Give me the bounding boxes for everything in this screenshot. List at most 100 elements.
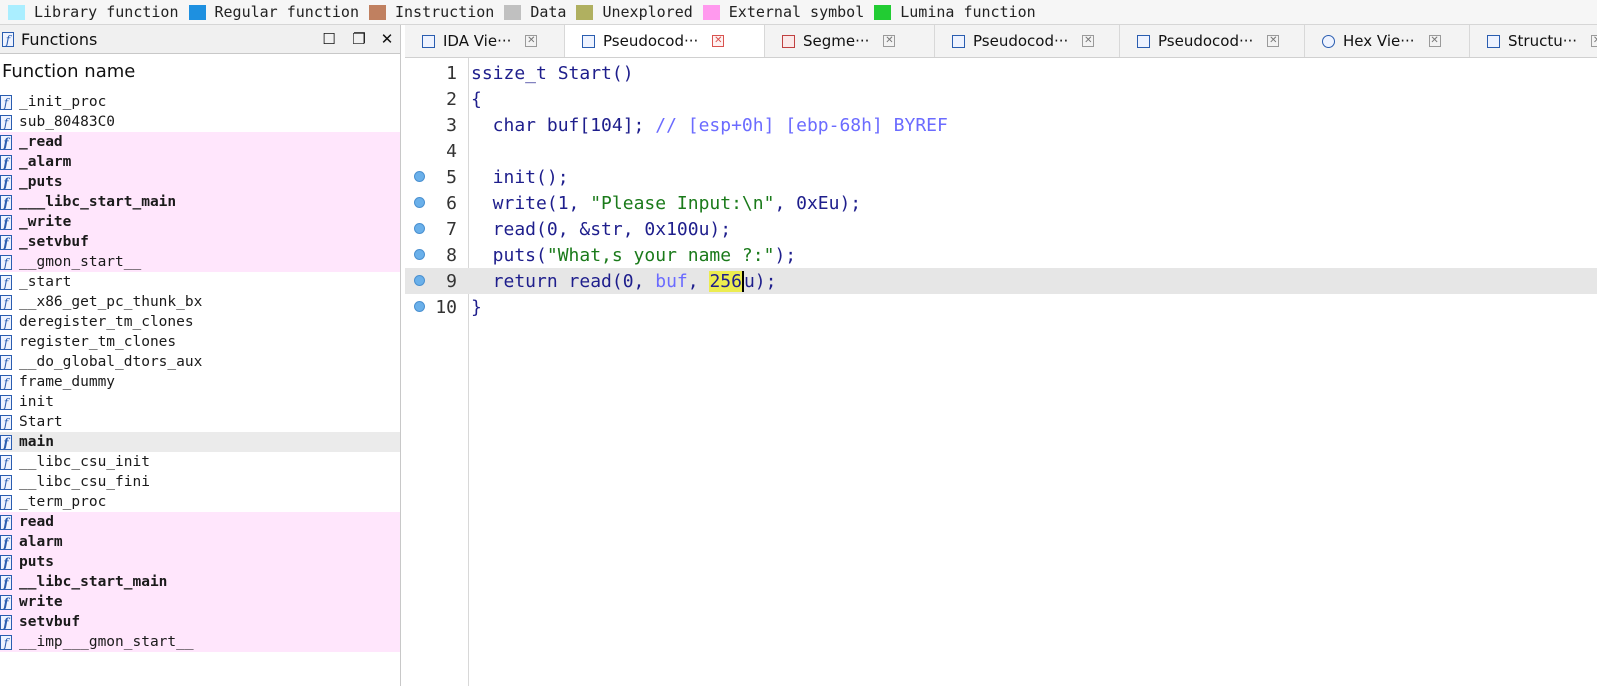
function-list-item[interactable]: f __libc_start_main: [0, 572, 400, 592]
function-icon: f: [0, 574, 12, 590]
function-icon: f: [0, 94, 12, 110]
function-icon: f: [0, 134, 12, 150]
tab-pseudocode[interactable]: Pseudocod··· ✕: [935, 25, 1120, 57]
code-line[interactable]: 10 }: [405, 294, 1597, 320]
restore-icon[interactable]: ❐: [350, 30, 368, 48]
breakpoint-dot-icon[interactable]: [414, 301, 425, 312]
function-list-item[interactable]: f register_tm_clones: [0, 332, 400, 352]
breakpoint-dot-icon[interactable]: [414, 171, 425, 182]
function-name-label: _init_proc: [19, 94, 107, 110]
function-name-label: register_tm_clones: [19, 334, 177, 350]
function-list-item[interactable]: f alarm: [0, 532, 400, 552]
code-text: {: [471, 88, 482, 110]
legend-item: Unexplored: [576, 3, 693, 21]
function-list-item[interactable]: f _term_proc: [0, 492, 400, 512]
function-list-item[interactable]: f init: [0, 392, 400, 412]
code-text: write(1, "Please Input:\n", 0xEu);: [471, 192, 862, 214]
tab-pseudocode[interactable]: Pseudocod··· ✕: [565, 25, 765, 57]
function-name-label: _start: [19, 274, 72, 290]
code-line[interactable]: 5 init();: [405, 164, 1597, 190]
tab-hex-view[interactable]: Hex Vie··· ✕: [1305, 25, 1470, 57]
function-list-item[interactable]: f frame_dummy: [0, 372, 400, 392]
function-list-item[interactable]: f _setvbuf: [0, 232, 400, 252]
tab-bar: IDA Vie··· ✕ Pseudocod··· ✕ Segme··· ✕ Pseudoc…: [405, 25, 1597, 58]
function-name-label: deregister_tm_clones: [19, 314, 194, 330]
code-line[interactable]: 3 char buf[104]; // [esp+0h] [ebp-68h] B…: [405, 112, 1597, 138]
function-list-item[interactable]: f read: [0, 512, 400, 532]
function-list-item[interactable]: f _read: [0, 132, 400, 152]
code-line[interactable]: 2 {: [405, 86, 1597, 112]
line-number: 7: [446, 218, 457, 240]
maximize-icon[interactable]: ☐: [320, 30, 338, 48]
legend-label: Regular function: [214, 3, 360, 21]
tab-pseudocode[interactable]: Pseudocod··· ✕: [1120, 25, 1305, 57]
line-number: 8: [446, 244, 457, 266]
function-list-item[interactable]: f sub_80483C0: [0, 112, 400, 132]
function-list-item[interactable]: f __libc_csu_fini: [0, 472, 400, 492]
tab-label: Pseudocod···: [973, 32, 1069, 50]
function-list-item[interactable]: f Start: [0, 412, 400, 432]
tab-segments[interactable]: Segme··· ✕: [765, 25, 935, 57]
function-name-label: read: [19, 514, 54, 530]
pseudocode-icon: [952, 34, 965, 48]
close-icon[interactable]: ✕: [378, 30, 396, 48]
line-number: 3: [446, 114, 457, 136]
tab-ida-view[interactable]: IDA Vie··· ✕: [405, 25, 565, 57]
function-icon: f: [0, 254, 12, 270]
tab-close-icon[interactable]: ✕: [1591, 35, 1597, 47]
tab-close-icon[interactable]: ✕: [1428, 35, 1441, 47]
tab-label: Pseudocod···: [1158, 32, 1254, 50]
code-text: }: [471, 296, 482, 318]
code-line[interactable]: 6 write(1, "Please Input:\n", 0xEu);: [405, 190, 1597, 216]
tab-close-icon[interactable]: ✕: [1267, 35, 1280, 47]
code-line-current[interactable]: 9 return read(0, buf, 256 u);: [405, 268, 1597, 294]
breakpoint-dot-icon[interactable]: [414, 197, 425, 208]
function-list-item[interactable]: f _start: [0, 272, 400, 292]
function-name-label: ___libc_start_main: [19, 194, 177, 210]
line-number: 2: [446, 88, 457, 110]
function-list-item[interactable]: f _write: [0, 212, 400, 232]
function-name-label: _term_proc: [19, 494, 107, 510]
structures-icon: [1487, 34, 1500, 48]
function-list-item[interactable]: f puts: [0, 552, 400, 572]
tab-close-icon[interactable]: ✕: [712, 35, 725, 47]
tab-close-icon[interactable]: ✕: [525, 35, 538, 47]
function-list-item[interactable]: f main: [0, 432, 400, 452]
tab-close-icon[interactable]: ✕: [883, 35, 896, 47]
function-list-item[interactable]: f __x86_get_pc_thunk_bx: [0, 292, 400, 312]
functions-panel-titlebar: f Functions ☐ ❐ ✕: [0, 25, 400, 54]
function-list-item[interactable]: f __do_global_dtors_aux: [0, 352, 400, 372]
code-line[interactable]: 1 ssize_t Start(): [405, 60, 1597, 86]
code-text: char buf[104]; // [esp+0h] [ebp-68h] BYR…: [471, 114, 948, 136]
function-icon: f: [0, 494, 12, 510]
function-icon: f: [0, 234, 12, 250]
column-header-function-name[interactable]: Function name: [0, 54, 400, 88]
code-line[interactable]: 8 puts("What,s your name ?:");: [405, 242, 1597, 268]
breakpoint-dot-icon[interactable]: [414, 275, 425, 286]
code-line[interactable]: 4: [405, 138, 1597, 164]
function-list-item[interactable]: f setvbuf: [0, 612, 400, 632]
function-name-label: frame_dummy: [19, 374, 116, 390]
breakpoint-dot-icon[interactable]: [414, 249, 425, 260]
color-legend-bar: Library function Regular function Instruct…: [0, 0, 1597, 25]
function-list-item[interactable]: f ___libc_start_main: [0, 192, 400, 212]
pseudocode-view[interactable]: 1 ssize_t Start() 2 { 3 char buf[104]; /…: [405, 58, 1597, 686]
tab-close-icon[interactable]: ✕: [1082, 35, 1095, 47]
function-list-item[interactable]: f __imp___gmon_start__: [0, 632, 400, 652]
function-list-item[interactable]: f deregister_tm_clones: [0, 312, 400, 332]
legend-swatch: [8, 4, 25, 20]
pseudocode-icon: [1137, 34, 1150, 48]
legend-label: Lumina function: [900, 3, 1036, 21]
function-list-item[interactable]: f __gmon_start__: [0, 252, 400, 272]
function-list-item[interactable]: f _init_proc: [0, 92, 400, 112]
function-list-item[interactable]: f write: [0, 592, 400, 612]
function-list-item[interactable]: f _alarm: [0, 152, 400, 172]
function-list-item[interactable]: f __libc_csu_init: [0, 452, 400, 472]
tab-structures[interactable]: Structu··· ✕: [1470, 25, 1597, 57]
function-icon: f: [0, 274, 12, 290]
code-line[interactable]: 7 read(0, &str, 0x100u);: [405, 216, 1597, 242]
legend-swatch: [874, 4, 892, 20]
breakpoint-dot-icon[interactable]: [414, 223, 425, 234]
function-icon: f: [0, 514, 12, 530]
function-list-item[interactable]: f _puts: [0, 172, 400, 192]
